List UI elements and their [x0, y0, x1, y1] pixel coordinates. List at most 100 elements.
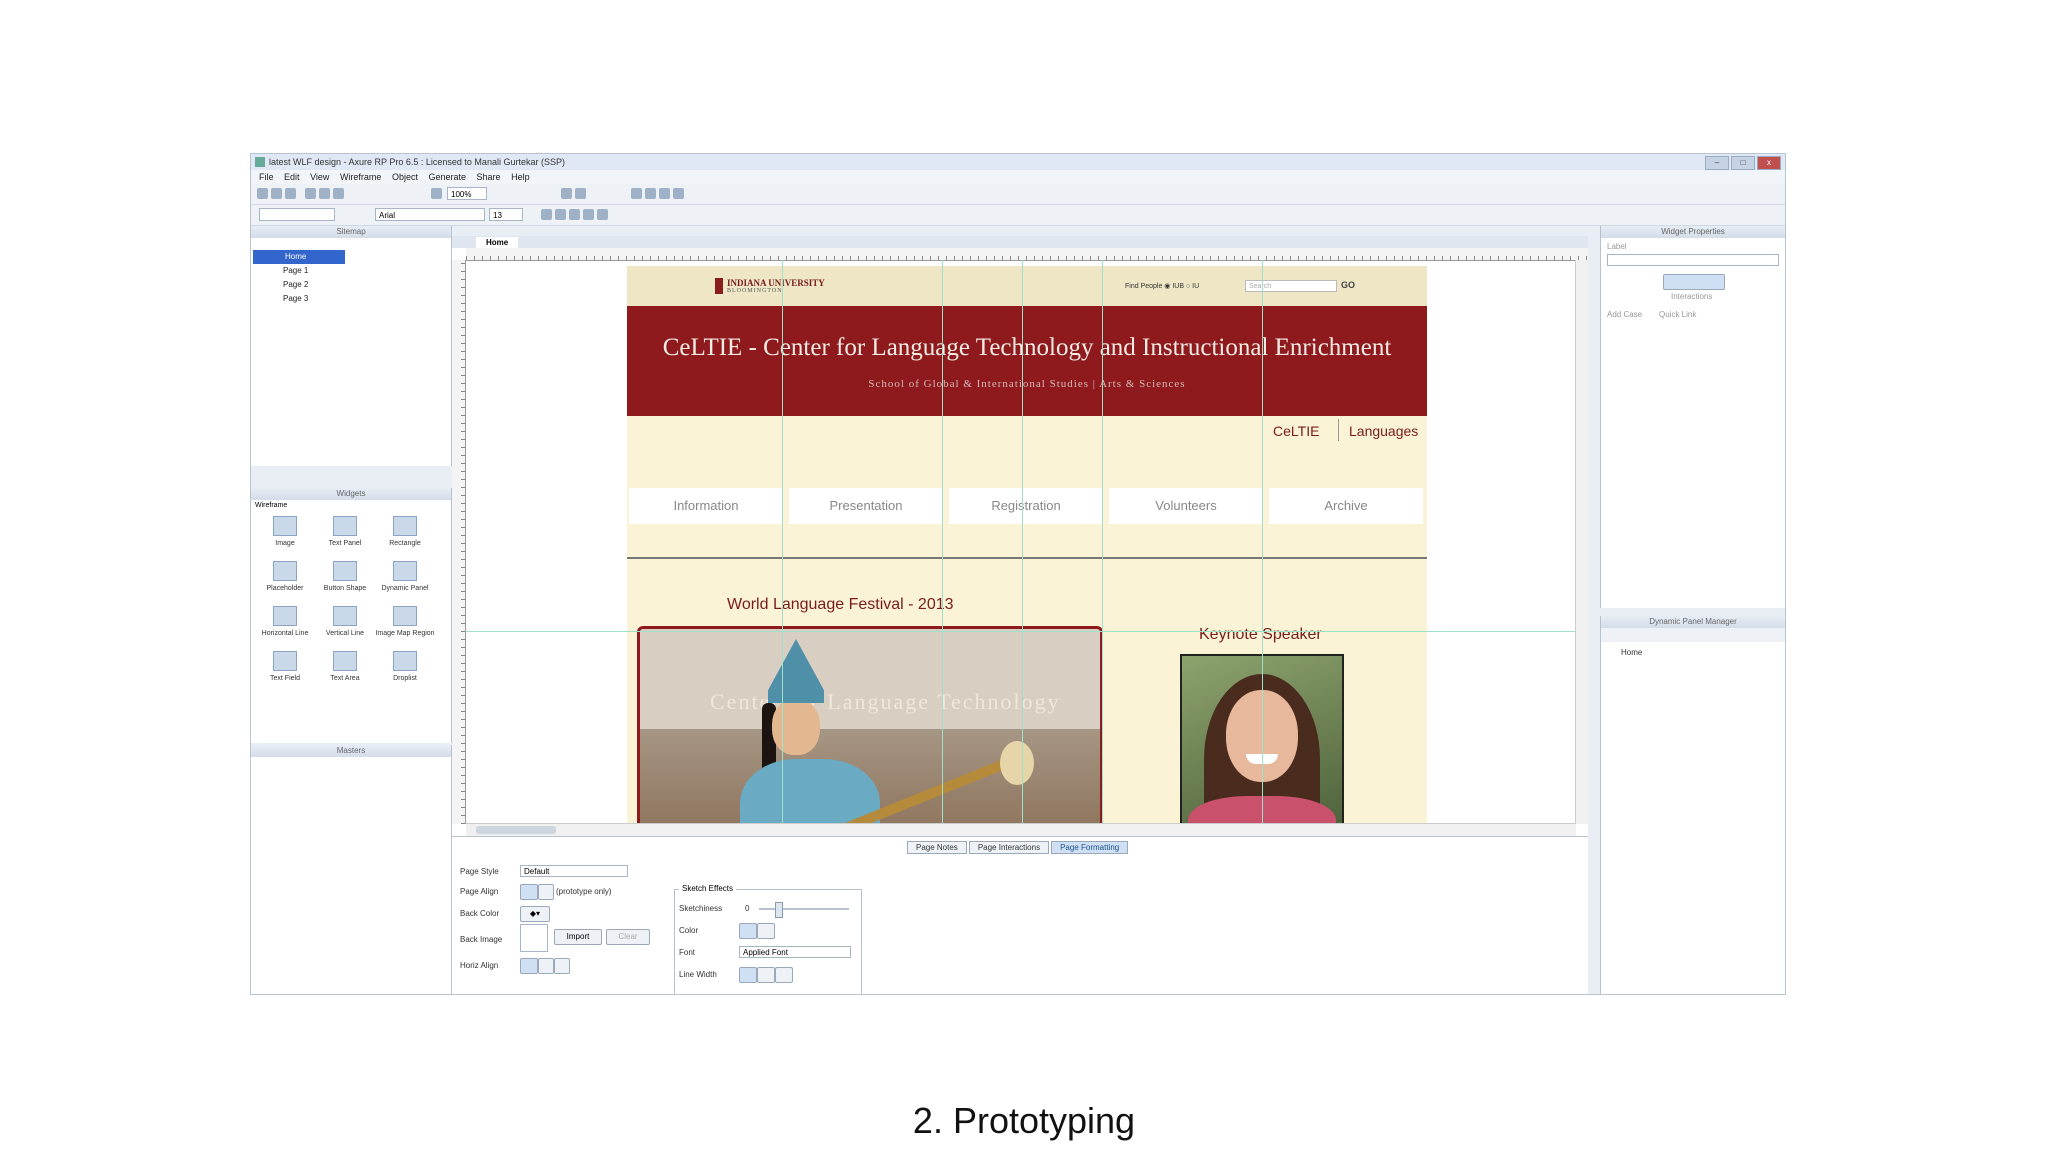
- widget-rectangle[interactable]: Rectangle: [375, 516, 435, 547]
- sketch-font-select[interactable]: Applied Font: [739, 946, 851, 958]
- underline-icon[interactable]: [569, 209, 580, 220]
- back-image-label: Back Image: [460, 935, 503, 944]
- tab-page-formatting[interactable]: Page Formatting: [1051, 841, 1129, 854]
- page-properties-tabs: Page Notes Page Interactions Page Format…: [907, 841, 1130, 854]
- axure-window: latest WLF design - Axure RP Pro 6.5 : L…: [250, 153, 1786, 995]
- label-field-label: Label: [1607, 242, 1627, 251]
- widget-properties-panel: Widget Properties Label Interactions Add…: [1600, 226, 1785, 608]
- style-select[interactable]: [259, 208, 335, 221]
- menu-edit[interactable]: Edit: [284, 172, 300, 182]
- bold-icon[interactable]: [541, 209, 552, 220]
- group-icon[interactable]: [631, 188, 642, 199]
- page-style-select[interactable]: Default: [520, 865, 628, 877]
- widget-text-field[interactable]: Text Field: [255, 651, 315, 682]
- clear-button[interactable]: Clear: [606, 929, 650, 945]
- vertical-ruler: [452, 260, 466, 824]
- widget-text-panel[interactable]: Text Panel: [315, 516, 375, 547]
- color-mode-button[interactable]: [739, 923, 757, 939]
- line-width-2-button[interactable]: [757, 967, 775, 983]
- ungroup-icon[interactable]: [645, 188, 656, 199]
- bring-front-icon[interactable]: [659, 188, 670, 199]
- guide-line: [942, 260, 943, 824]
- open-icon[interactable]: [271, 188, 282, 199]
- line-width-3-button[interactable]: [775, 967, 793, 983]
- sitemap-item-page-1[interactable]: Page 1: [253, 264, 345, 278]
- menu-generate[interactable]: Generate: [429, 172, 467, 182]
- cut-icon[interactable]: [305, 188, 316, 199]
- widget-droplist[interactable]: Droplist: [375, 651, 435, 682]
- radio-iub[interactable]: IUB: [1172, 283, 1184, 290]
- vertical-scrollbar[interactable]: [1575, 260, 1588, 824]
- widget-image[interactable]: Image: [255, 516, 315, 547]
- horizontal-scrollbar[interactable]: [466, 823, 1576, 836]
- sitemap-item-page-2[interactable]: Page 2: [253, 278, 345, 292]
- nav-languages[interactable]: Languages: [1349, 423, 1418, 439]
- tab-presentation[interactable]: Presentation: [789, 488, 943, 524]
- go-button[interactable]: GO: [1341, 280, 1355, 290]
- tab-volunteers[interactable]: Volunteers: [1109, 488, 1263, 524]
- copy-icon[interactable]: [319, 188, 330, 199]
- preview-icon[interactable]: [431, 188, 442, 199]
- line-width-1-button[interactable]: [739, 967, 757, 983]
- widget-text-area[interactable]: Text Area: [315, 651, 375, 682]
- save-icon[interactable]: [285, 188, 296, 199]
- maximize-button[interactable]: □: [1731, 156, 1755, 170]
- widget-placeholder[interactable]: Placeholder: [255, 561, 315, 592]
- align-center-icon[interactable]: [597, 209, 608, 220]
- mockup-search-input[interactable]: Search: [1245, 280, 1337, 292]
- radio-iu[interactable]: IU: [1192, 283, 1199, 290]
- menu-file[interactable]: File: [259, 172, 274, 182]
- font-select[interactable]: Arial: [375, 208, 485, 221]
- nav-celtie[interactable]: CeLTIE: [1273, 423, 1319, 439]
- widget-dynamic-panel[interactable]: Dynamic Panel: [375, 561, 435, 592]
- widget-library-select[interactable]: Wireframe: [255, 502, 287, 509]
- horiz-align-right-button[interactable]: [554, 958, 570, 974]
- paste-icon[interactable]: [333, 188, 344, 199]
- tab-page-notes[interactable]: Page Notes: [907, 841, 967, 854]
- keynote-title: Keynote Speaker: [1199, 626, 1322, 643]
- widget-image-map[interactable]: Image Map Region: [375, 606, 435, 637]
- new-icon[interactable]: [257, 188, 268, 199]
- university-strip: INDIANA UNIVERSITY BLOOMINGTON Find Peop…: [627, 266, 1427, 306]
- zoom-select[interactable]: 100%: [447, 187, 487, 200]
- tab-archive[interactable]: Archive: [1269, 488, 1423, 524]
- send-back-icon[interactable]: [673, 188, 684, 199]
- quick-link[interactable]: Quick Link: [1659, 310, 1696, 319]
- menu-help[interactable]: Help: [511, 172, 530, 182]
- align-left-icon[interactable]: [583, 209, 594, 220]
- paint-bucket-icon[interactable]: ◆▾: [520, 906, 550, 922]
- add-case-link[interactable]: Add Case: [1607, 310, 1642, 319]
- italic-icon[interactable]: [555, 209, 566, 220]
- align-center-button[interactable]: [538, 884, 554, 900]
- design-canvas[interactable]: Home INDIANA UNIVERSITY BLOOMINGTON Find…: [452, 236, 1588, 836]
- tab-home[interactable]: Home: [476, 237, 519, 248]
- sketchiness-slider[interactable]: [759, 908, 849, 910]
- menu-view[interactable]: View: [310, 172, 329, 182]
- sitemap-item-home[interactable]: Home: [253, 250, 345, 264]
- dp-item-home[interactable]: Home: [1621, 648, 1642, 657]
- tab-registration[interactable]: Registration: [949, 488, 1103, 524]
- horiz-align-center-button[interactable]: [538, 958, 554, 974]
- minimize-button[interactable]: –: [1705, 156, 1729, 170]
- align-left-button[interactable]: [520, 884, 538, 900]
- label-field[interactable]: [1607, 254, 1779, 266]
- widget-horizontal-line[interactable]: Horizontal Line: [255, 606, 315, 637]
- close-button[interactable]: x: [1757, 156, 1781, 170]
- slider-handle[interactable]: [775, 902, 783, 918]
- horizontal-line-icon: [273, 606, 297, 626]
- tab-information[interactable]: Information: [629, 488, 783, 524]
- import-button[interactable]: Import: [554, 929, 602, 945]
- menu-share[interactable]: Share: [477, 172, 501, 182]
- horiz-align-left-button[interactable]: [520, 958, 538, 974]
- widget-vertical-line[interactable]: Vertical Line: [315, 606, 375, 637]
- pointer-tool-icon[interactable]: [561, 188, 572, 199]
- font-size-select[interactable]: 13: [489, 208, 523, 221]
- connector-tool-icon[interactable]: [575, 188, 586, 199]
- tab-page-interactions[interactable]: Page Interactions: [968, 841, 1050, 854]
- menu-object[interactable]: Object: [392, 172, 418, 182]
- widget-button-shape[interactable]: Button Shape: [315, 561, 375, 592]
- menu-wireframe[interactable]: Wireframe: [340, 172, 382, 182]
- interactions-tab-buttons[interactable]: [1663, 274, 1725, 290]
- sitemap-item-page-3[interactable]: Page 3: [253, 292, 345, 306]
- grayscale-mode-button[interactable]: [757, 923, 775, 939]
